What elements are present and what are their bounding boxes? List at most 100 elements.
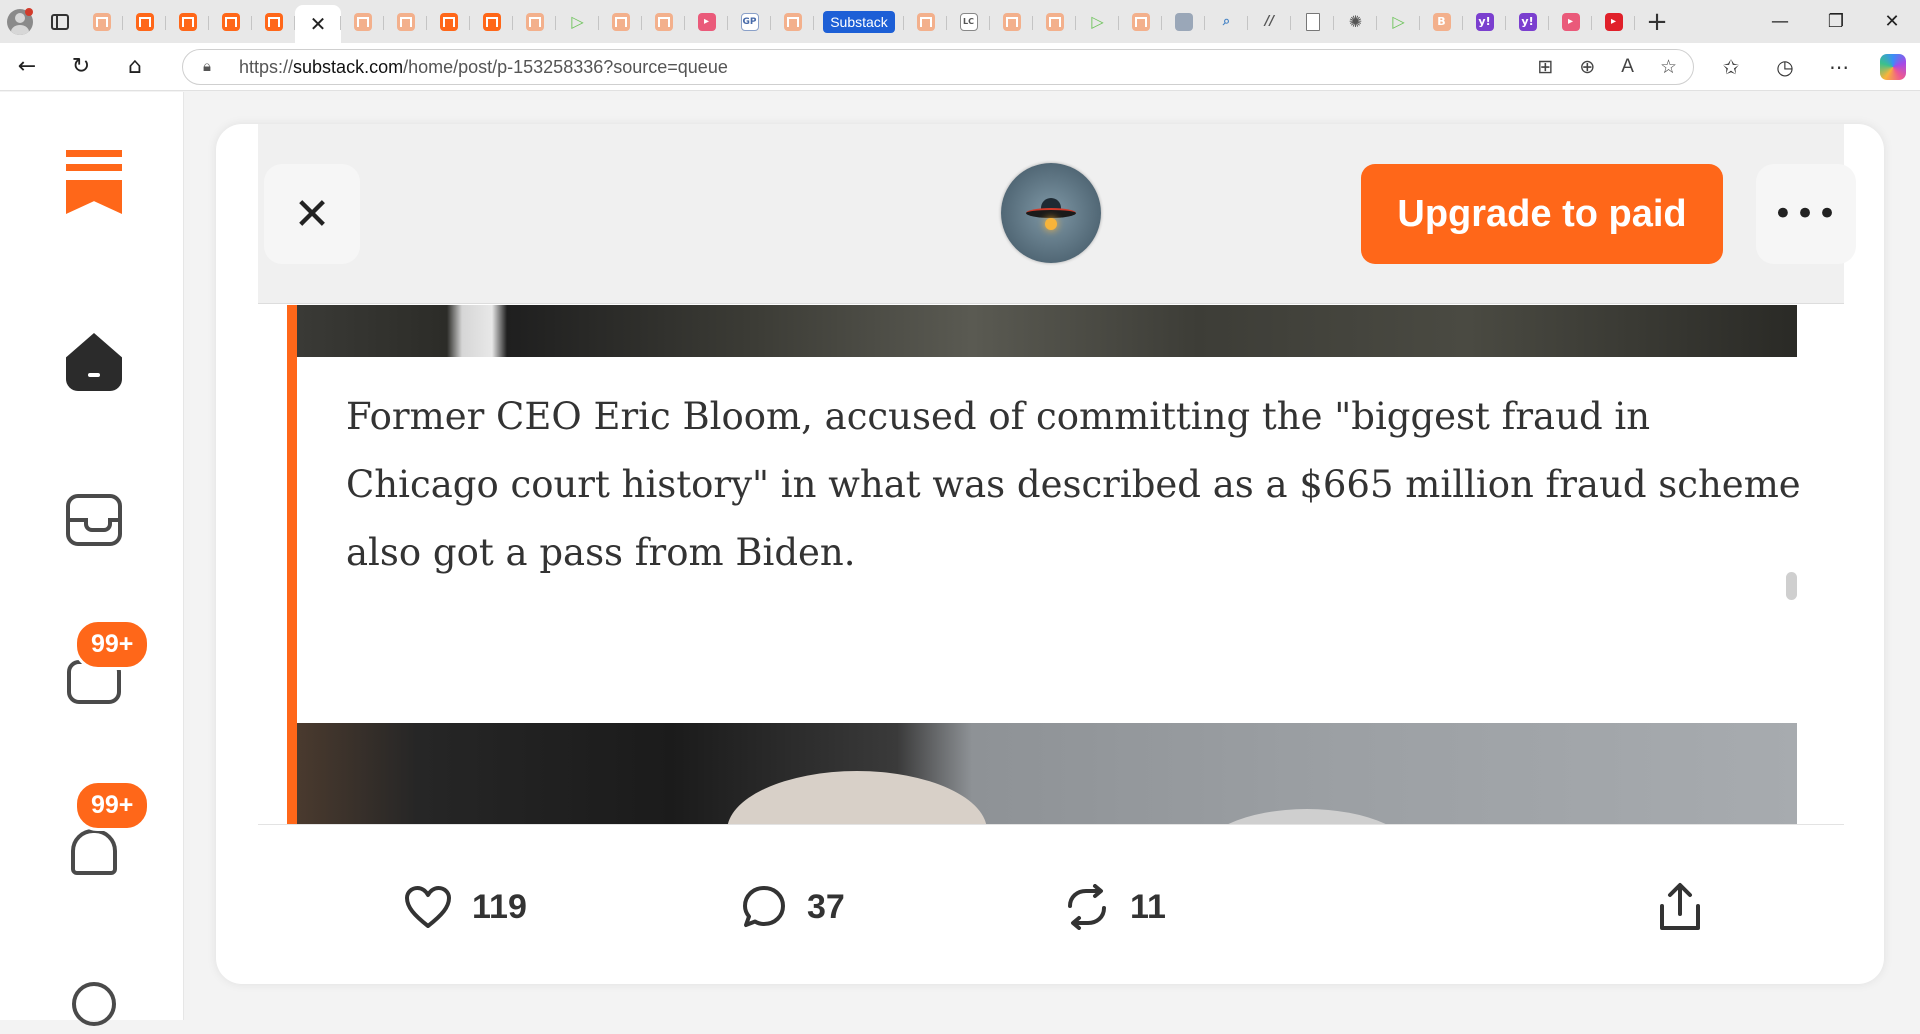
tab[interactable] <box>209 5 252 39</box>
tab[interactable] <box>384 5 427 39</box>
profile-avatar[interactable] <box>0 0 40 43</box>
address-bar-actions: ⊞ ⊕ A ☆ <box>1537 50 1677 84</box>
tab[interactable] <box>642 5 685 39</box>
tab[interactable]: y! <box>1506 5 1549 39</box>
favorite-star-icon[interactable]: ☆ <box>1660 56 1677 79</box>
nav-notifications[interactable] <box>64 822 124 882</box>
browser-toolbar: ← ↻ ⌂ 🔒︎ https://substack.com/home/post/… <box>0 43 1920 91</box>
document-favicon-icon <box>1305 12 1320 31</box>
substack-logo-icon[interactable] <box>66 150 122 216</box>
gp-favicon-icon: GP <box>740 12 759 31</box>
window-controls: — ❐ ✕ <box>1752 0 1920 43</box>
tab[interactable] <box>513 5 556 39</box>
back-button[interactable]: ← <box>0 43 54 91</box>
tab[interactable] <box>252 5 295 39</box>
search-icon <box>72 982 116 1026</box>
tab[interactable] <box>771 5 814 39</box>
restack-button[interactable]: 11 <box>1064 881 1166 933</box>
tab[interactable] <box>1119 5 1162 39</box>
site-favicon-icon: // <box>1264 14 1275 29</box>
new-tab-button[interactable]: + <box>1635 7 1679 37</box>
search-favicon-icon: ⌕ <box>1222 14 1231 29</box>
address-bar[interactable]: 🔒︎ https://substack.com/home/post/p-1532… <box>182 49 1694 85</box>
publication-avatar[interactable] <box>1001 163 1101 263</box>
restore-icon[interactable]: ❐ <box>1808 0 1864 43</box>
substack-favicon-icon <box>264 12 283 31</box>
tab[interactable] <box>599 5 642 39</box>
tab[interactable] <box>470 5 513 39</box>
read-aloud-icon[interactable]: A <box>1621 56 1634 78</box>
tab[interactable] <box>341 5 384 39</box>
tab[interactable]: ▷ <box>556 5 599 39</box>
post-image[interactable] <box>297 305 1797 357</box>
history-icon[interactable]: ◷ <box>1758 55 1812 79</box>
tab[interactable] <box>123 5 166 39</box>
tab[interactable]: ▷ <box>1076 5 1119 39</box>
substack-favicon-icon <box>221 12 240 31</box>
nav-home[interactable] <box>64 332 124 392</box>
more-options-button[interactable]: ••• <box>1756 164 1856 264</box>
tab-substack-labeled[interactable]: Substack <box>814 5 904 39</box>
youtube-favicon-icon: ▸ <box>697 12 716 31</box>
tab[interactable]: ✺ <box>1334 5 1377 39</box>
tab[interactable] <box>427 5 470 39</box>
share-button[interactable] <box>1658 881 1722 933</box>
tab[interactable]: B <box>1420 5 1463 39</box>
ufo-logo-icon <box>1026 193 1076 233</box>
blogger-favicon-icon: B <box>1432 12 1451 31</box>
tab[interactable] <box>1162 5 1205 39</box>
settings-more-icon[interactable]: ⋯ <box>1812 55 1866 79</box>
like-button[interactable]: 119 <box>404 881 527 933</box>
play-favicon-icon: ▷ <box>571 12 584 31</box>
tab[interactable] <box>904 5 947 39</box>
close-tab-icon[interactable]: ✕ <box>310 12 327 36</box>
tab[interactable]: ⌕ <box>1205 5 1248 39</box>
tab[interactable]: ▸ <box>1549 5 1592 39</box>
page-favicon-icon <box>1174 12 1193 31</box>
minimize-icon[interactable]: — <box>1752 0 1808 43</box>
refresh-button[interactable]: ↻ <box>54 43 108 91</box>
tab[interactable]: GP <box>728 5 771 39</box>
back-arrow-icon: ← <box>17 54 37 79</box>
play-favicon-icon: ▷ <box>1091 12 1104 31</box>
substack-favicon-icon <box>439 12 458 31</box>
close-window-icon[interactable]: ✕ <box>1864 0 1920 43</box>
tab[interactable] <box>1033 5 1076 39</box>
messages-badge: 99+ <box>74 619 151 670</box>
tab[interactable]: ▸ <box>685 5 728 39</box>
tab[interactable] <box>166 5 209 39</box>
nav-search[interactable] <box>64 974 124 1034</box>
tab[interactable] <box>990 5 1033 39</box>
tab[interactable] <box>1291 5 1334 39</box>
comment-button[interactable]: 37 <box>741 881 845 933</box>
close-post-button[interactable]: ✕ <box>264 164 360 264</box>
notification-dot <box>25 8 33 16</box>
restack-icon <box>1068 884 1106 930</box>
share-icon <box>1660 883 1700 930</box>
bell-icon <box>71 829 117 875</box>
scrollbar-thumb[interactable] <box>1786 572 1797 600</box>
favorites-icon[interactable]: ✩ <box>1704 55 1758 79</box>
post-body: Former CEO Eric Bloom, accused of commit… <box>258 305 1844 824</box>
tab[interactable]: // <box>1248 5 1291 39</box>
tab[interactable]: LC <box>947 5 990 39</box>
post-reader-card: ✕ Upgrade to paid ••• Former CEO Eric Bl… <box>216 124 1884 984</box>
tab[interactable]: y! <box>1463 5 1506 39</box>
tab[interactable] <box>80 5 123 39</box>
substack-favicon-icon <box>353 12 372 31</box>
upgrade-to-paid-button[interactable]: Upgrade to paid <box>1361 164 1723 264</box>
tab-actions-menu[interactable] <box>40 0 80 43</box>
app-available-icon[interactable]: ⊞ <box>1537 56 1553 79</box>
tab-actions-icon <box>51 13 69 30</box>
zoom-icon[interactable]: ⊕ <box>1579 56 1595 79</box>
site-info-icon[interactable]: 🔒︎ <box>203 58 221 76</box>
post-header: ✕ Upgrade to paid ••• <box>258 124 1856 304</box>
post-image[interactable] <box>297 723 1797 824</box>
copilot-button[interactable] <box>1866 54 1920 80</box>
home-button[interactable]: ⌂ <box>108 43 162 91</box>
tab[interactable]: ▷ <box>1377 5 1420 39</box>
tab-active[interactable]: ✕ <box>295 5 341 43</box>
tab[interactable]: ▸ <box>1592 5 1635 39</box>
nav-inbox[interactable] <box>64 490 124 550</box>
substack-favicon-icon <box>92 12 111 31</box>
